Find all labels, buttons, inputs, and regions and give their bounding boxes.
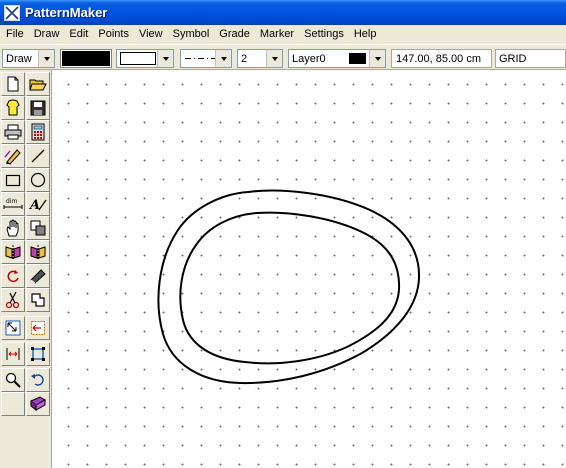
pencil-icon xyxy=(4,149,21,165)
pan-tool-button[interactable] xyxy=(1,216,25,240)
dimension-arrows-button[interactable] xyxy=(1,342,25,366)
undo-button[interactable] xyxy=(26,368,50,392)
curve-tool-icon xyxy=(30,269,46,284)
curve-tool-button[interactable] xyxy=(26,264,50,288)
zoom-icon xyxy=(5,372,21,388)
line-style-preview-icon xyxy=(185,58,215,59)
menu-symbol[interactable]: Symbol xyxy=(169,25,216,44)
line-width-select[interactable]: 2 xyxy=(237,49,283,68)
menu-draw[interactable]: Draw xyxy=(30,25,66,44)
toolbar: Draw 2 Layer0 147.00, 85.00 cm GRID xyxy=(0,44,566,70)
pencil-tool-button[interactable] xyxy=(1,144,25,168)
fill-color-value xyxy=(62,51,110,66)
hand-icon xyxy=(6,219,19,237)
layer-name: Layer0 xyxy=(292,53,326,65)
new-pattern-button[interactable] xyxy=(1,96,25,120)
zoom-fit-icon xyxy=(5,320,21,336)
mirror-alt-tool-button[interactable] xyxy=(26,240,50,264)
save-button[interactable] xyxy=(26,96,50,120)
mirror-tool-button[interactable] xyxy=(1,240,25,264)
dimension-tool-button[interactable]: dim xyxy=(1,192,25,216)
drawing-canvas[interactable] xyxy=(52,70,566,468)
menu-bar: File Draw Edit Points View Symbol Grade … xyxy=(0,25,566,44)
new-pattern-icon xyxy=(6,99,20,116)
line-style-select[interactable] xyxy=(180,49,232,68)
print-button[interactable] xyxy=(1,120,25,144)
tool-palette: dim A xyxy=(0,70,52,468)
circle-tool-button[interactable] xyxy=(26,168,50,192)
grid-label: GRID xyxy=(499,53,527,65)
calculator-button[interactable] xyxy=(26,120,50,144)
save-icon xyxy=(30,100,46,116)
mode-select-value: Draw xyxy=(6,53,32,65)
window-title: PatternMaker xyxy=(25,5,108,20)
outline-color-value xyxy=(120,52,156,65)
transform-icon xyxy=(31,347,45,361)
text-icon: A xyxy=(29,198,47,212)
trace-tool-button[interactable] xyxy=(26,288,50,312)
move-tool-button[interactable] xyxy=(26,316,50,340)
zoom-fit-button[interactable] xyxy=(1,316,25,340)
chevron-down-icon[interactable] xyxy=(266,50,282,67)
menu-settings[interactable]: Settings xyxy=(300,25,350,44)
rotate-icon xyxy=(7,270,19,283)
menu-file[interactable]: File xyxy=(2,25,30,44)
fill-color-swatch[interactable] xyxy=(60,49,112,68)
inner-pattern-piece[interactable] xyxy=(179,211,401,365)
library-button[interactable] xyxy=(26,392,50,416)
new-document-button[interactable] xyxy=(1,72,25,96)
text-tool-button[interactable]: A xyxy=(26,192,50,216)
svg-text:A: A xyxy=(29,198,40,212)
outline-color-select[interactable] xyxy=(116,49,174,68)
menu-marker[interactable]: Marker xyxy=(256,25,300,44)
cut-tool-button[interactable] xyxy=(1,288,25,312)
app-icon xyxy=(4,4,20,21)
new-document-icon xyxy=(7,76,19,92)
mirror-alt-icon xyxy=(30,245,46,259)
print-icon xyxy=(4,124,22,140)
empty-tool-slot xyxy=(1,392,25,416)
rectangle-icon xyxy=(5,174,21,187)
chevron-down-icon[interactable] xyxy=(38,50,54,67)
chevron-down-icon[interactable] xyxy=(157,50,173,67)
layer-select[interactable]: Layer0 xyxy=(288,49,386,68)
grid-status: GRID xyxy=(495,49,566,68)
copy-layers-icon xyxy=(30,220,46,236)
title-bar: PatternMaker xyxy=(0,0,566,25)
menu-points[interactable]: Points xyxy=(94,25,135,44)
undo-icon xyxy=(31,374,44,386)
pattern-shapes xyxy=(157,189,421,385)
mode-select[interactable]: Draw xyxy=(2,49,55,68)
zoom-tool-button[interactable] xyxy=(1,368,25,392)
trace-icon xyxy=(31,293,45,307)
coordinate-readout: 147.00, 85.00 cm xyxy=(391,49,492,68)
open-button[interactable] xyxy=(26,72,50,96)
copy-layers-button[interactable] xyxy=(26,216,50,240)
circle-icon xyxy=(30,172,46,188)
line-width-value: 2 xyxy=(241,53,248,65)
menu-help[interactable]: Help xyxy=(350,25,383,44)
transform-tool-button[interactable] xyxy=(26,342,50,366)
move-icon xyxy=(31,321,45,335)
mirror-icon xyxy=(5,245,21,259)
layer-color-value xyxy=(349,53,366,64)
line-icon xyxy=(31,149,45,163)
rotate-tool-button[interactable] xyxy=(1,264,25,288)
dimension-arrows-icon xyxy=(6,348,20,360)
line-tool-button[interactable] xyxy=(26,144,50,168)
menu-edit[interactable]: Edit xyxy=(65,25,94,44)
calculator-icon xyxy=(31,123,45,141)
chevron-down-icon[interactable] xyxy=(215,50,231,67)
library-icon xyxy=(30,396,46,412)
scissors-icon xyxy=(5,291,20,309)
svg-text:dim: dim xyxy=(6,198,17,205)
menu-view[interactable]: View xyxy=(135,25,169,44)
open-folder-icon xyxy=(29,79,47,91)
dimension-icon: dim xyxy=(3,198,23,209)
outer-pattern-piece[interactable] xyxy=(157,189,421,385)
rectangle-tool-button[interactable] xyxy=(1,168,25,192)
chevron-down-icon[interactable] xyxy=(369,50,385,67)
coordinate-value: 147.00, 85.00 cm xyxy=(396,53,482,65)
menu-grade[interactable]: Grade xyxy=(215,25,256,44)
